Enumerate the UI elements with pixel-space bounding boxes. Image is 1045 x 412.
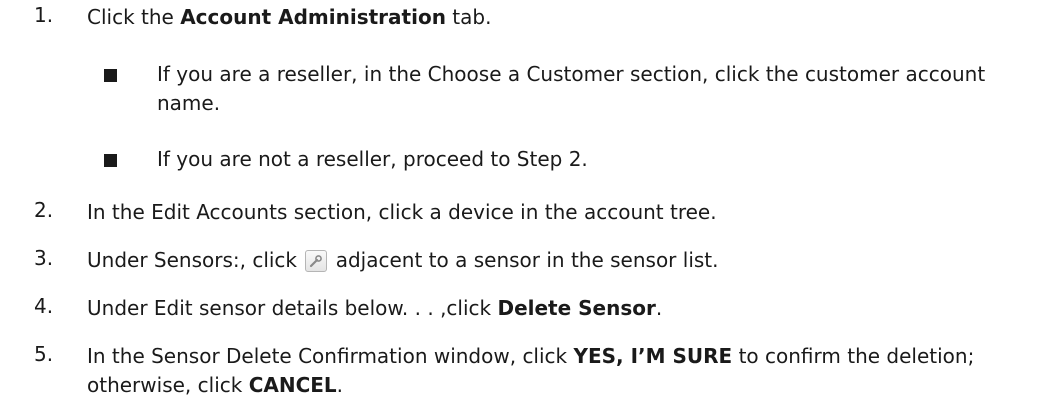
ui-term-delete-sensor: Delete Sensor [497,296,656,320]
step-text-suffix: adjacent to a sensor in the sensor list. [329,248,719,272]
wrench-icon [305,250,328,272]
step-text-suffix: . [336,373,344,397]
step-text-prefix: In the Sensor Delete Confirmation window… [87,344,574,368]
step-number: 3. [34,246,54,270]
step-number: 5. [34,342,54,366]
ui-term-account-administration: Account Administration [180,5,446,29]
step-text: Click the Account Administration tab. [87,3,491,32]
square-bullet-icon [104,154,117,167]
step-text-prefix: Under Sensors:, click [87,248,304,272]
step-text-suffix: . [655,296,663,320]
step-text-suffix: tab. [445,5,492,29]
step-text-prefix: Under Edit sensor details below. . . ,cl… [87,296,498,320]
step-number: 1. [34,3,54,27]
ui-term-cancel: CANCEL [248,373,337,397]
step-text-prefix: Click the [87,5,181,29]
step-text: Under Edit sensor details below. . . ,cl… [87,294,662,323]
step-number: 2. [34,198,54,222]
step-number: 4. [34,294,54,318]
step-text: In the Sensor Delete Confirmation window… [87,342,1037,400]
step-text: Under Sensors:, click adjacent to a sens… [87,246,719,275]
ui-term-yes-im-sure: YES, I’M SURE [573,344,733,368]
substep-text: If you are not a reseller, proceed to St… [157,147,588,171]
step-text: In the Edit Accounts section, click a de… [87,200,717,224]
square-bullet-icon [104,69,117,82]
substep-text: If you are a reseller, in the Choose a C… [157,62,986,115]
